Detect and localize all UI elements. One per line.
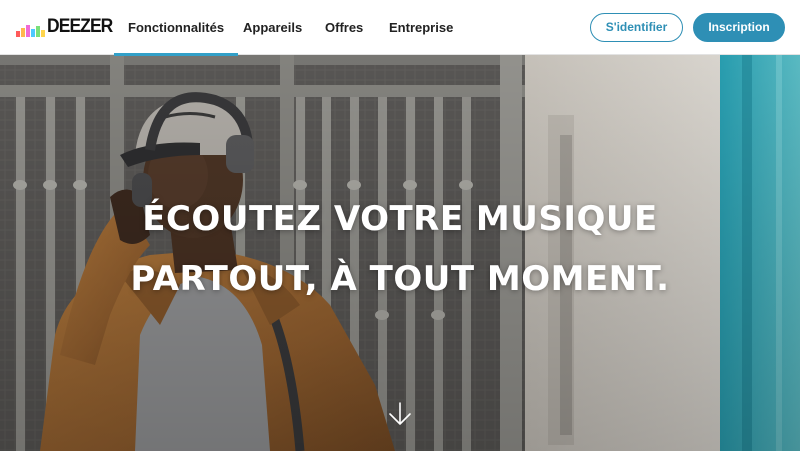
signup-button[interactable]: Inscription: [693, 13, 785, 42]
brand-name: DEEZER: [47, 16, 113, 37]
arrow-down-icon[interactable]: [388, 401, 412, 427]
hero-headline-line-2: PARTOUT, À TOUT MOMENT.: [130, 259, 670, 299]
top-navigation: DEEZER Fonctionnalités Appareils Offres …: [0, 0, 800, 56]
hero-headline: ÉCOUTEZ VOTRE MUSIQUE PARTOUT, À TOUT MO…: [0, 189, 800, 309]
hero-section: ÉCOUTEZ VOTRE MUSIQUE PARTOUT, À TOUT MO…: [0, 55, 800, 451]
login-button[interactable]: S'identifier: [590, 13, 683, 42]
nav-item-fonctionnalites[interactable]: Fonctionnalités: [113, 0, 239, 56]
nav-item-appareils[interactable]: Appareils: [243, 0, 302, 55]
equalizer-icon: [16, 23, 45, 37]
deezer-logo[interactable]: DEEZER: [16, 17, 118, 37]
hero-headline-line-1: ÉCOUTEZ VOTRE MUSIQUE: [142, 199, 658, 239]
nav-item-entreprise[interactable]: Entreprise: [389, 0, 453, 55]
nav-item-offres[interactable]: Offres: [325, 0, 363, 55]
